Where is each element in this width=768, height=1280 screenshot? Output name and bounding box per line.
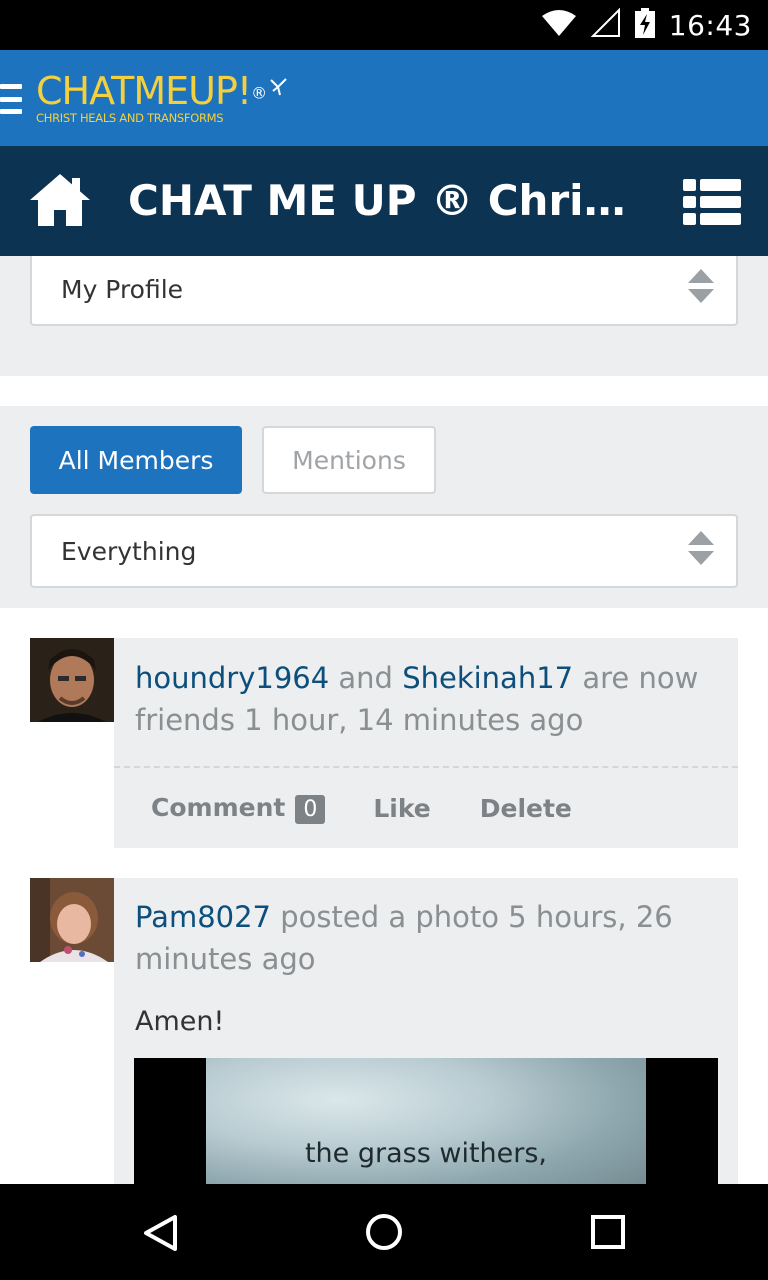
- activity-filter-select[interactable]: Everything: [30, 514, 738, 588]
- clock: 16:43: [668, 8, 752, 42]
- activity-text: houndry1964 and Shekinah17 are now frien…: [135, 661, 699, 737]
- post-body: Amen!: [135, 1006, 225, 1037]
- activity-text: Pam8027 posted a photo 5 hours, 26 minut…: [135, 900, 673, 976]
- page-header: CHAT ME UP ® Christian Dating: [0, 146, 768, 256]
- battery-charging-icon: [634, 7, 655, 43]
- page-title: CHAT ME UP ® Christian Dating: [128, 176, 648, 225]
- avatar[interactable]: [30, 638, 114, 722]
- profile-select[interactable]: My Profile: [30, 256, 738, 326]
- activity-actions: Comment 0 Like Delete: [114, 768, 738, 848]
- home-icon[interactable]: [28, 172, 92, 233]
- comment-button[interactable]: Comment 0: [151, 793, 326, 824]
- like-button[interactable]: Like: [373, 794, 430, 823]
- user-link[interactable]: Shekinah17: [402, 661, 573, 695]
- post-photo[interactable]: the grass withers,: [134, 1058, 718, 1184]
- all-members-tab[interactable]: All Members: [30, 426, 242, 494]
- site-logo[interactable]: CHATMEUP!® CHRIST HEALS AND TRANSFORMS: [36, 69, 287, 125]
- avatar[interactable]: [30, 878, 114, 962]
- user-link[interactable]: Pam8027: [135, 900, 271, 934]
- recents-icon[interactable]: [590, 1214, 626, 1255]
- system-nav-bar: [0, 1184, 768, 1280]
- logo-wordmark: CHATMEUP!®: [36, 69, 267, 113]
- photo-image: the grass withers,: [206, 1058, 646, 1184]
- activity-filter-value: Everything: [61, 536, 197, 566]
- status-bar: 16:43: [0, 0, 768, 50]
- back-icon[interactable]: [142, 1214, 178, 1257]
- menu-icon[interactable]: [0, 84, 22, 114]
- comment-count-badge: 0: [295, 794, 326, 824]
- app-screen: 16:43 CHATMEUP!® CHRIST HEALS AND TRANSF…: [0, 0, 768, 1280]
- user-link[interactable]: houndry1964: [135, 661, 329, 695]
- signal-icon: [590, 7, 621, 43]
- delete-button[interactable]: Delete: [480, 794, 572, 823]
- mentions-tab[interactable]: Mentions: [262, 426, 436, 494]
- wifi-icon: [541, 9, 577, 42]
- home-circle-icon[interactable]: [366, 1214, 402, 1255]
- activity-content[interactable]: My Profile All Members Mentions Everythi…: [0, 256, 768, 1184]
- activity-item: Pam8027 posted a photo 5 hours, 26 minut…: [114, 878, 738, 1184]
- select-arrows-icon: [688, 269, 714, 309]
- select-arrows-icon: [688, 531, 714, 571]
- photo-caption: the grass withers,: [304, 1138, 548, 1169]
- list-menu-icon[interactable]: [683, 179, 741, 230]
- brand-bar: CHATMEUP!® CHRIST HEALS AND TRANSFORMS: [0, 50, 768, 146]
- dove-icon: [268, 76, 290, 103]
- activity-item: houndry1964 and Shekinah17 are now frien…: [114, 638, 738, 848]
- profile-select-value: My Profile: [61, 274, 184, 304]
